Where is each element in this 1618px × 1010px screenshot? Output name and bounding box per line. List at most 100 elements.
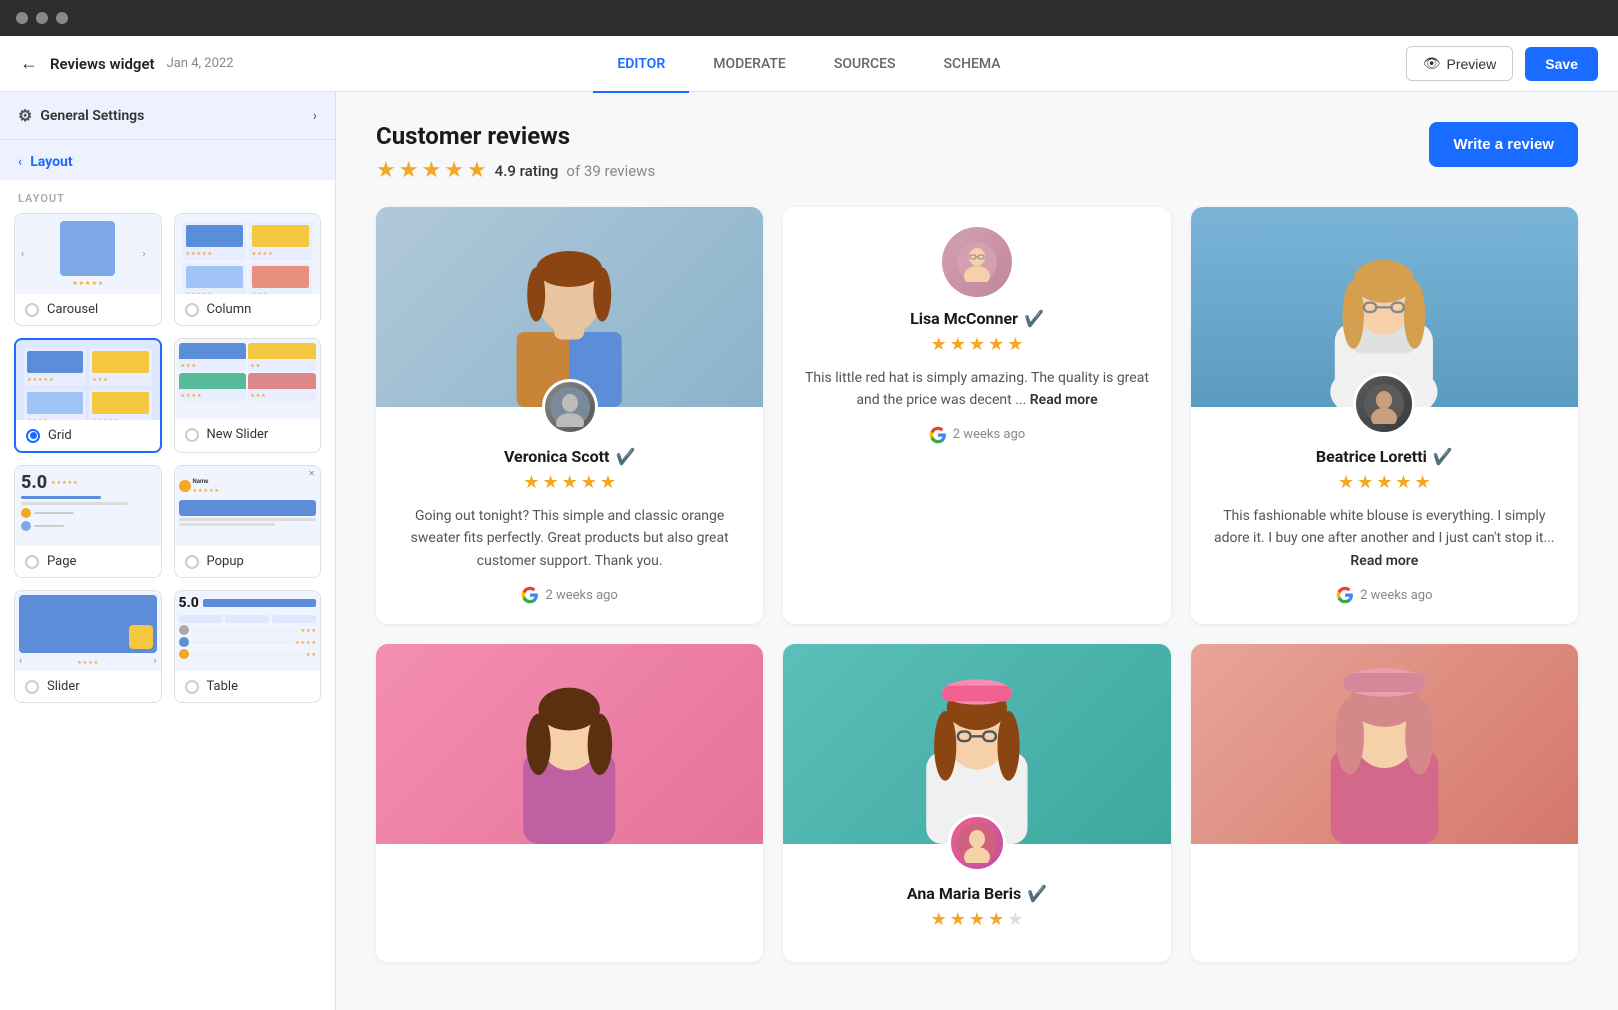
page-thumbnail: 5.0 ★★★★★: [15, 466, 161, 546]
slider-thumbnail: ‹ ★★★★ ›: [15, 591, 161, 671]
layout-option-slider[interactable]: ‹ ★★★★ › Slider: [14, 590, 162, 703]
s1: ★: [92, 418, 96, 420]
slider-stars: ★★★★: [77, 660, 98, 666]
beatrice-read-more[interactable]: Read more: [1350, 553, 1418, 569]
column-radio[interactable]: [185, 303, 199, 317]
slider-left-arrow: ‹: [19, 656, 22, 667]
write-review-button[interactable]: Write a review: [1429, 122, 1578, 167]
ns-stars3: ★★★★: [181, 393, 245, 399]
new-slider-radio[interactable]: [185, 428, 199, 442]
col-img4: [252, 266, 309, 288]
table-row1: ★★★: [179, 625, 317, 635]
popup-radio[interactable]: [185, 555, 199, 569]
col-img1: [186, 225, 243, 247]
tab-moderate[interactable]: MODERATE: [689, 37, 810, 93]
popup-close-icon: ✕: [308, 469, 315, 478]
ns-card2: ★★: [248, 343, 316, 371]
general-settings-item[interactable]: ⚙ General Settings ›: [0, 92, 335, 140]
col-img3: [186, 266, 243, 288]
new-slider-footer: New Slider: [175, 419, 321, 450]
ts2: ★★★★: [295, 640, 316, 646]
s3: ★: [191, 363, 195, 369]
page-av2: [21, 521, 31, 531]
s5: ★: [214, 488, 218, 494]
carousel-radio[interactable]: [25, 303, 39, 317]
s1: ★: [252, 292, 256, 294]
gear-icon: ⚙: [18, 106, 32, 125]
grid-img3: [27, 392, 83, 414]
s2: ★: [98, 377, 102, 383]
grid-radio[interactable]: [26, 429, 40, 443]
ns-stars1: ★★★: [181, 363, 245, 369]
s3: ★: [103, 418, 107, 420]
s1: ★: [77, 660, 81, 666]
page-row1: [21, 508, 155, 518]
reviews-header-left: Customer reviews ★ ★ ★ ★ ★ 4.9 rating of…: [376, 122, 655, 183]
new-slider-thumbnail: ★★★ ★★: [175, 339, 321, 419]
new-slider-label: New Slider: [207, 427, 269, 442]
s1: ★: [301, 628, 305, 634]
tab-editor[interactable]: EDITOR: [593, 37, 689, 93]
page-radio[interactable]: [25, 555, 39, 569]
s2: ★: [98, 418, 102, 420]
popup-reviewer-name: Name: [193, 478, 219, 485]
layout-option-popup[interactable]: ✕ Name ★★★★★: [174, 465, 322, 578]
tab-schema[interactable]: SCHEMA: [919, 37, 1024, 93]
as3: ★: [969, 909, 985, 930]
layout-option-page[interactable]: 5.0 ★★★★★: [14, 465, 162, 578]
star2: ★: [79, 280, 84, 287]
s2: ★: [257, 292, 261, 294]
s1: ★: [306, 652, 310, 658]
layout-option-grid[interactable]: ★★★★★ ★★★ ★★★★: [14, 338, 162, 453]
s4: ★: [43, 377, 47, 383]
page-rating-num: 5.0: [21, 472, 47, 493]
th3: [272, 615, 316, 623]
page-text1: [34, 512, 74, 514]
beatrice-name-row: Beatrice Loretti ✔️: [1211, 447, 1558, 466]
ns-row1: ★★★ ★★: [179, 343, 317, 371]
as2: ★: [950, 909, 966, 930]
beatrice-text: This fashionable white blouse is everyth…: [1211, 505, 1558, 572]
slider-radio[interactable]: [25, 680, 39, 694]
back-button[interactable]: ←: [20, 53, 38, 74]
preview-button[interactable]: 👁 Preview: [1406, 46, 1514, 81]
main-layout: ⚙ General Settings › ‹ Layout LAYOUT ‹: [0, 92, 1618, 1010]
ns-body4: ★★★: [248, 389, 316, 401]
column-thumbnail: ★★★★★ ★★★★ ★★★★★: [175, 214, 321, 294]
s2: ★: [191, 251, 195, 257]
s2: ★: [186, 363, 190, 369]
rating-stars: ★ ★ ★ ★ ★: [376, 158, 487, 183]
page-bar1: [21, 496, 101, 499]
save-button[interactable]: Save: [1525, 47, 1598, 81]
beatrice-verified-icon: ✔️: [1433, 447, 1453, 466]
ns-card1: ★★★: [179, 343, 247, 371]
carousel-thumbnail: ‹ ★ ★ ★ ★ ★ ›: [15, 214, 161, 294]
layout-header[interactable]: ‹ Layout: [0, 140, 335, 180]
layout-option-carousel[interactable]: ‹ ★ ★ ★ ★ ★ ›: [14, 213, 162, 326]
col-stars4: ★★★: [252, 292, 309, 294]
chevron-right-icon: ›: [313, 108, 317, 124]
table-header: [179, 615, 317, 623]
general-settings-left: ⚙ General Settings: [18, 106, 144, 125]
table-radio[interactable]: [185, 680, 199, 694]
ns-body3: ★★★★: [179, 389, 247, 401]
tab-sources[interactable]: SOURCES: [810, 37, 920, 93]
topnav-title: Reviews widget: [50, 55, 155, 73]
s4: ★: [202, 251, 206, 257]
page-footer: Page: [15, 546, 161, 577]
lisa-read-more[interactable]: Read more: [1030, 392, 1098, 408]
s4: ★: [197, 393, 201, 399]
layout-option-table[interactable]: 5.0 ★★★: [174, 590, 322, 703]
grid-card2: ★★★: [89, 348, 151, 386]
s5: ★: [207, 292, 211, 294]
reviews-rating-row: ★ ★ ★ ★ ★ 4.9 rating of 39 reviews: [376, 158, 655, 183]
s2: ★: [191, 292, 195, 294]
google-icon-beatrice: [1336, 586, 1354, 604]
layout-option-column[interactable]: ★★★★★ ★★★★ ★★★★★: [174, 213, 322, 326]
page-bar2: [21, 502, 128, 505]
google-icon-veronica: [521, 586, 539, 604]
beatrice-body: Beatrice Loretti ✔️ ★ ★ ★ ★ ★ This fashi…: [1191, 407, 1578, 624]
carousel-main-card: ★ ★ ★ ★ ★: [33, 221, 143, 287]
layout-option-new-slider[interactable]: ★★★ ★★: [174, 338, 322, 453]
ns-img4: [248, 373, 316, 389]
